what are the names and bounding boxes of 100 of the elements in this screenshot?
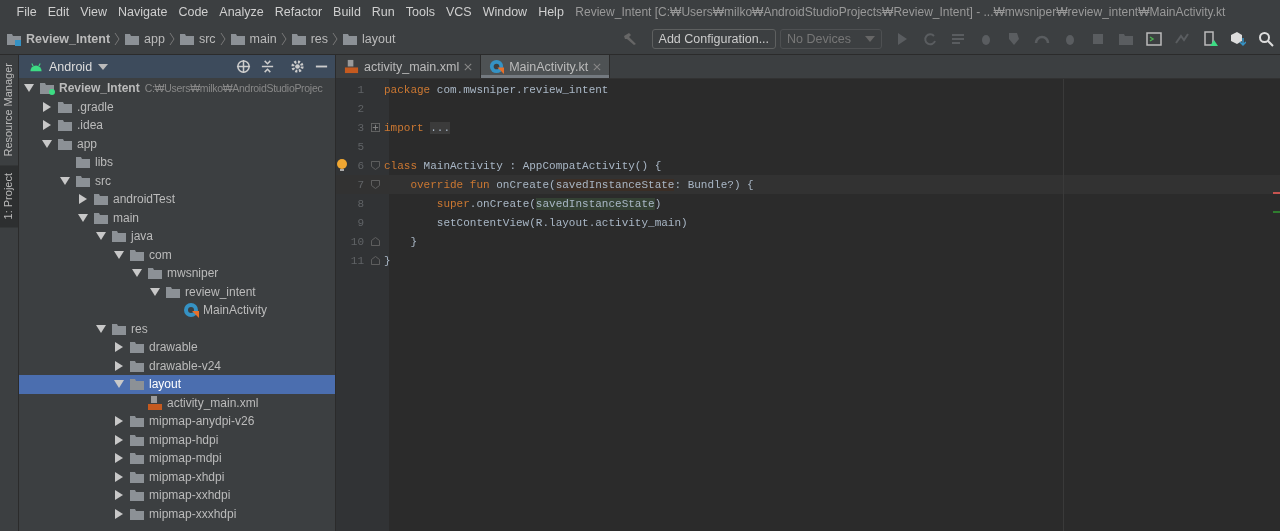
tree-item[interactable]: res — [19, 319, 335, 338]
fold-marker-icon[interactable] — [371, 256, 380, 265]
code-line: setContentView(R.layout.activity_main) — [435, 216, 688, 229]
expanded-arrow-icon[interactable] — [60, 175, 70, 186]
menu-item[interactable]: VCS — [440, 5, 478, 19]
project-path: C:₩Users₩milko₩AndroidStudioProjec — [144, 82, 323, 95]
tree-item-label: mipmap-xhdpi — [149, 469, 225, 484]
menu-item[interactable]: Build — [327, 5, 367, 19]
tree-item[interactable]: MainActivity — [19, 301, 335, 320]
collapsed-arrow-icon[interactable] — [114, 490, 124, 501]
breadcrumb-item[interactable]: app — [124, 32, 165, 46]
menu-item[interactable]: Run — [366, 5, 401, 19]
menu-item[interactable]: Help — [532, 5, 570, 19]
collapsed-arrow-icon[interactable] — [114, 342, 124, 353]
breadcrumb-item[interactable]: Review_Intent — [6, 32, 111, 46]
collapsed-arrow-icon[interactable] — [114, 434, 124, 445]
tree-item[interactable]: .idea — [19, 116, 335, 135]
terminal-icon[interactable] — [1146, 31, 1162, 47]
expanded-arrow-icon[interactable] — [96, 323, 106, 334]
tree-item[interactable]: com — [19, 245, 335, 264]
expanded-arrow-icon[interactable] — [132, 268, 142, 279]
tool-window-tab[interactable]: 1: Project — [0, 164, 18, 228]
close-icon[interactable] — [464, 62, 473, 71]
settings-icon[interactable] — [290, 59, 305, 74]
breadcrumb-item[interactable]: main — [229, 32, 277, 46]
tree-item[interactable]: drawable-v24 — [19, 356, 335, 375]
lightbulb-icon[interactable] — [336, 158, 348, 172]
menu-item[interactable]: Analyze — [213, 5, 270, 19]
module-folder-icon — [6, 32, 22, 46]
folder-icon — [57, 136, 73, 151]
fold-marker-icon[interactable] — [371, 180, 380, 189]
folder-icon — [290, 32, 307, 46]
breadcrumb-item[interactable]: src — [178, 32, 216, 46]
collapsed-arrow-icon[interactable] — [42, 120, 52, 131]
fold-marker-icon[interactable] — [371, 161, 380, 170]
tree-item[interactable]: mipmap-xhdpi — [19, 467, 335, 486]
tree-item[interactable]: mwsniper — [19, 264, 335, 283]
folder-icon — [75, 173, 91, 188]
tool-window-tab[interactable]: Resource Manager — [0, 55, 18, 165]
editor-tab[interactable]: MainActivity.kt — [481, 55, 611, 78]
locate-icon[interactable] — [236, 59, 251, 74]
folder-icon — [93, 210, 109, 225]
tree-item[interactable]: src — [19, 171, 335, 190]
collapsed-arrow-icon[interactable] — [114, 508, 124, 519]
view-selector[interactable]: Android — [29, 59, 109, 74]
fold-marker-icon[interactable] — [371, 237, 380, 246]
tree-item[interactable]: mipmap-mdpi — [19, 449, 335, 468]
chevron-icon — [280, 32, 287, 46]
tree-item[interactable]: mipmap-xxhdpi — [19, 486, 335, 505]
menu-item[interactable]: Tools — [400, 5, 441, 19]
expanded-arrow-icon[interactable] — [24, 83, 34, 94]
collapsed-arrow-icon[interactable] — [114, 453, 124, 464]
menu-item[interactable]: Window — [477, 5, 533, 19]
tree-item[interactable]: Review_Intent C:₩Users₩milko₩AndroidStudioProjec — [19, 79, 335, 98]
menu-item[interactable]: Edit — [42, 5, 75, 19]
phone-icon[interactable] — [1202, 31, 1218, 47]
collapsed-arrow-icon[interactable] — [114, 471, 124, 482]
expand-fold-icon[interactable] — [371, 123, 380, 132]
search-icon[interactable] — [1258, 31, 1274, 47]
collapsed-arrow-icon[interactable] — [114, 416, 124, 427]
tree-item[interactable]: androidTest — [19, 190, 335, 209]
tree-item[interactable]: layout — [19, 375, 335, 394]
tree-item[interactable]: mipmap-anydpi-v26 — [19, 412, 335, 431]
folder-icon — [129, 340, 145, 355]
tree-item[interactable]: mipmap-xxxhdpi — [19, 504, 335, 523]
tree-item-label: layout — [149, 377, 182, 392]
collapse-all-icon[interactable] — [260, 59, 275, 74]
folder-icon — [129, 506, 145, 521]
expanded-arrow-icon[interactable] — [114, 249, 124, 260]
expanded-arrow-icon[interactable] — [42, 138, 52, 149]
add-configuration-button[interactable]: Add Configuration... — [651, 29, 777, 49]
tree-item[interactable]: mipmap-hdpi — [19, 430, 335, 449]
menu-item[interactable]: Code — [172, 5, 214, 19]
tree-item[interactable]: .gradle — [19, 97, 335, 116]
folder-icon — [57, 118, 73, 133]
collapsed-arrow-icon[interactable] — [114, 360, 124, 371]
menu-item[interactable]: File — [11, 5, 43, 19]
expanded-arrow-icon[interactable] — [78, 212, 88, 223]
tree-item-label: mipmap-hdpi — [149, 432, 219, 447]
breadcrumb-item[interactable]: layout — [342, 32, 396, 46]
package-icon[interactable] — [1230, 31, 1246, 47]
menu-item[interactable]: View — [74, 5, 113, 19]
tree-item[interactable]: app — [19, 134, 335, 153]
tree-item[interactable]: java — [19, 227, 335, 246]
tree-item[interactable]: main — [19, 208, 335, 227]
tree-item[interactable]: activity_main.xml — [19, 393, 335, 412]
tree-item[interactable]: drawable — [19, 338, 335, 357]
collapsed-arrow-icon[interactable] — [42, 101, 52, 112]
menu-item[interactable]: Navigate — [112, 5, 173, 19]
collapsed-arrow-icon[interactable] — [78, 194, 88, 205]
expanded-arrow-icon[interactable] — [96, 231, 106, 242]
tree-item[interactable]: libs — [19, 153, 335, 172]
tree-item[interactable]: review_intent — [19, 282, 335, 301]
menu-item[interactable]: Refactor — [269, 5, 328, 19]
folder-icon — [129, 414, 145, 429]
expanded-arrow-icon[interactable] — [150, 286, 160, 297]
breadcrumb-item[interactable]: res — [290, 32, 329, 46]
tree-item-label: .gradle — [77, 99, 114, 114]
folder-icon — [57, 99, 73, 114]
expanded-arrow-icon[interactable] — [114, 379, 124, 390]
